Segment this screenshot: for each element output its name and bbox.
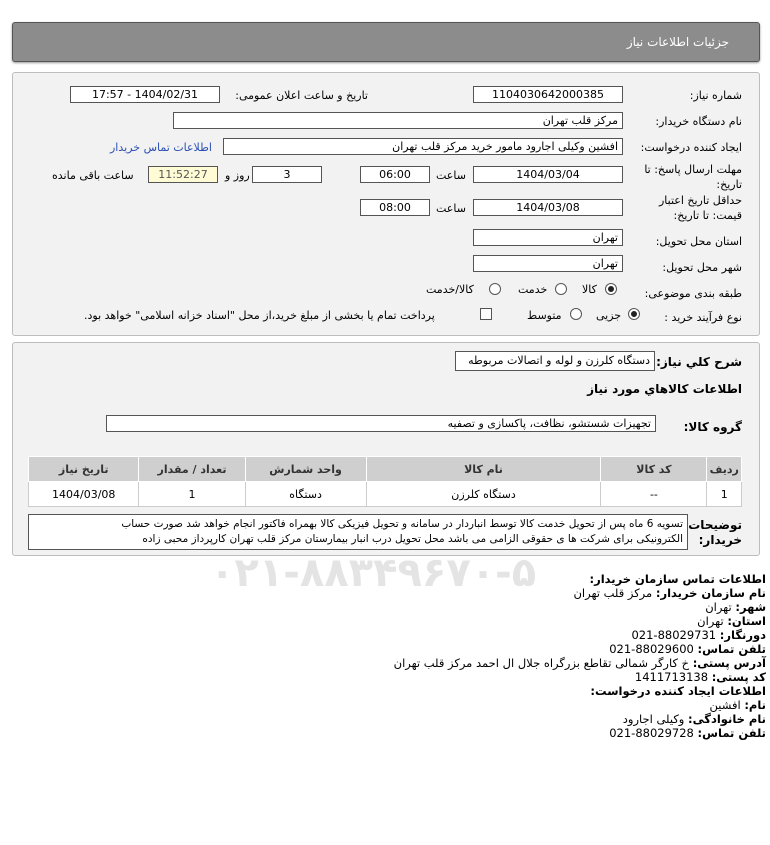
- province-label: استان محل تحویل:: [655, 235, 742, 248]
- page-header: جزئیات اطلاعات نیاز: [12, 22, 760, 62]
- buyer-field: مرکز قلب تهران: [173, 112, 623, 129]
- remaining-label: ساعت باقی مانده: [52, 169, 134, 182]
- creator-phone: 88029728-021: [609, 726, 694, 740]
- need-number-label: شماره نیاز:: [689, 89, 742, 102]
- cell-name: دستگاه کلرزن: [365, 481, 602, 507]
- treasury-checkbox[interactable]: [480, 308, 492, 320]
- deadline-label-2: تاریخ:: [716, 178, 742, 191]
- city-label: شهر محل تحویل:: [662, 261, 742, 274]
- goods-info-title: اطلاعات کالاهاي مورد نياز: [587, 382, 742, 396]
- creator-last-name: وکیلی اجارود: [622, 712, 685, 726]
- page-title: جزئیات اطلاعات نیاز: [626, 35, 729, 49]
- contact-city-label: شهر:: [735, 600, 766, 614]
- contact-phone: 88029600-021: [609, 642, 694, 656]
- category-radio-goods-service[interactable]: [489, 283, 501, 295]
- contact-address: خ کارگر شمالی تقاطع بزرگراه جلال ال احمد…: [393, 656, 690, 670]
- col-header-date: تاریخ نیاز: [27, 456, 140, 482]
- watermark-phone: ۰۲۱-۸۸۳۴۹۶۷۰-۵: [210, 550, 537, 596]
- cell-date: 1404/03/08: [27, 481, 140, 507]
- creator-first-name: افشین: [709, 698, 741, 712]
- cell-row: 1: [706, 481, 742, 507]
- col-header-row: ردیف: [706, 456, 742, 482]
- process-radio-medium[interactable]: [570, 308, 582, 320]
- cell-code: --: [600, 481, 708, 507]
- creator-label: ایجاد کننده درخواست:: [640, 141, 742, 154]
- buyer-contact-link[interactable]: اطلاعات تماس خریدار: [110, 141, 212, 154]
- announce-label: تاریخ و ساعت اعلان عمومی:: [235, 89, 368, 102]
- cell-qty: 1: [138, 481, 246, 507]
- col-header-name: نام کالا: [365, 456, 602, 482]
- contact-city: تهران: [705, 600, 732, 614]
- remaining-time-field: 11:52:27: [148, 166, 218, 183]
- validity-label-2: قیمت: تا تاریخ:: [673, 209, 742, 222]
- col-header-qty: تعداد / مقدار: [138, 456, 246, 482]
- contact-buyer-name: مرکز قلب تهران: [573, 586, 653, 600]
- need-summary-field: دستگاه کلرزن و لوله و اتصالات مربوطه: [455, 351, 655, 371]
- notes-line-2: الکترونیکی برای شرکت ها ی حقوقی الزامی م…: [142, 533, 683, 545]
- validity-time-field: 08:00: [360, 199, 430, 216]
- contact-fax: 88029731-021: [631, 628, 717, 642]
- notes-label-2: خریدار:: [698, 533, 742, 547]
- contact-phone-label: تلفن تماس:: [697, 642, 766, 656]
- creator-phone-label: تلفن تماس:: [697, 726, 766, 740]
- contact-address-label: آدرس پستی:: [692, 656, 766, 670]
- category-label: طبقه بندی موضوعی:: [644, 287, 742, 300]
- category-option-goods: کالا: [582, 283, 597, 296]
- need-number-field: 1104030642000385: [473, 86, 623, 103]
- deadline-date-field: 1404/03/04: [473, 166, 623, 183]
- process-label: نوع فرآیند خرید :: [664, 311, 742, 324]
- contact-province-label: استان:: [727, 614, 766, 628]
- contact-title: اطلاعات تماس سازمان خریدار:: [589, 572, 766, 586]
- process-option-minor: جزیی: [596, 309, 622, 322]
- city-field: تهران: [473, 255, 623, 272]
- category-radio-service[interactable]: [555, 283, 567, 295]
- validity-label: حداقل تاریخ اعتبار: [658, 194, 742, 207]
- validity-date-field: 1404/03/08: [473, 199, 623, 216]
- notes-box: تسویه 6 ماه پس از تحویل خدمت کالا توسط ا…: [28, 514, 688, 550]
- buyer-label: نام دستگاه خریدار:: [655, 115, 742, 128]
- contact-postal: 1411713138: [634, 670, 709, 684]
- creator-field: افشین وکیلی اجارود مامور خرید مرکز قلب ت…: [223, 138, 623, 155]
- table-header-row: ردیف کد کالا نام کالا واحد شمارش تعداد /…: [27, 456, 742, 482]
- contact-postal-label: کد پستی:: [711, 670, 766, 684]
- col-header-unit: واحد شمارش: [244, 456, 367, 482]
- notes-label: توضیحات: [688, 518, 742, 532]
- deadline-time-label: ساعت: [436, 169, 466, 182]
- need-summary-label: شرح کلي نياز:: [656, 355, 742, 369]
- process-radio-minor[interactable]: [628, 308, 640, 320]
- goods-group-label: گروه کالا:: [683, 420, 742, 434]
- goods-group-field: تجهیزات شستشو، نظافت، پاکسازی و تصفیه: [106, 415, 656, 432]
- creator-last-name-label: نام خانوادگی:: [688, 712, 766, 726]
- payment-note: پرداخت تمام یا بخشی از مبلغ خرید،از محل …: [84, 309, 435, 322]
- days-label: روز و: [225, 169, 250, 182]
- notes-line-1: تسویه 6 ماه پس از تحویل خدمت کالا توسط ا…: [121, 518, 683, 530]
- announce-field: 1404/02/31 - 17:57: [70, 86, 220, 103]
- days-field: 3: [252, 166, 322, 183]
- deadline-label: مهلت ارسال پاسخ: تا: [644, 163, 742, 176]
- validity-time-label: ساعت: [436, 202, 466, 215]
- table-row: 1 -- دستگاه کلرزن دستگاه 1 1404/03/08: [27, 481, 742, 507]
- deadline-time-field: 06:00: [360, 166, 430, 183]
- contact-buyer-name-label: نام سازمان خریدار:: [655, 586, 766, 600]
- goods-table: ردیف کد کالا نام کالا واحد شمارش تعداد /…: [27, 456, 742, 507]
- col-header-code: کد کالا: [600, 456, 708, 482]
- contact-province: تهران: [697, 614, 724, 628]
- cell-unit: دستگاه: [244, 481, 367, 507]
- category-option-goods-service: کالا/خدمت: [426, 283, 474, 296]
- process-option-medium: متوسط: [527, 309, 562, 322]
- category-option-service: خدمت: [518, 283, 548, 296]
- creator-first-name-label: نام:: [744, 698, 766, 712]
- contact-fax-label: دورنگار:: [719, 628, 766, 642]
- creator-title: اطلاعات ایجاد کننده درخواست:: [590, 684, 766, 698]
- category-radio-goods[interactable]: [605, 283, 617, 295]
- province-field: تهران: [473, 229, 623, 246]
